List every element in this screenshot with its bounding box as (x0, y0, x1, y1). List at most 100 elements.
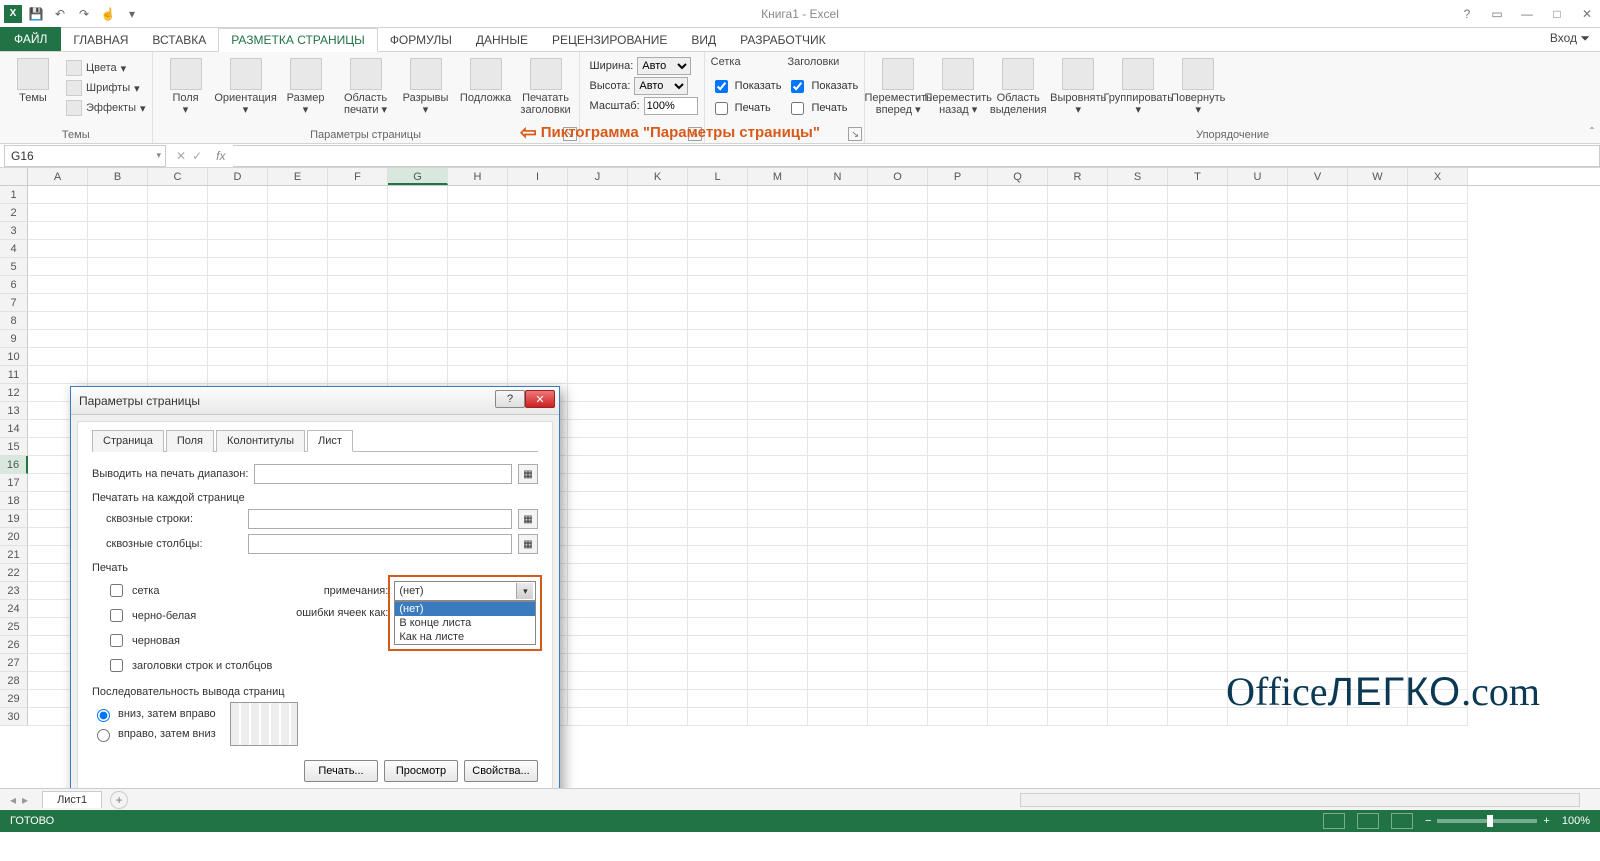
cell[interactable] (808, 690, 868, 708)
cell[interactable] (748, 222, 808, 240)
cell[interactable] (1108, 690, 1168, 708)
column-header[interactable]: F (328, 168, 388, 185)
cell[interactable] (28, 366, 88, 384)
row-header[interactable]: 19 (0, 510, 28, 528)
cell[interactable] (1288, 402, 1348, 420)
row-header[interactable]: 6 (0, 276, 28, 294)
cell[interactable] (988, 186, 1048, 204)
cell[interactable] (208, 276, 268, 294)
cell[interactable] (988, 564, 1048, 582)
cell[interactable] (388, 366, 448, 384)
cell[interactable] (148, 186, 208, 204)
cell[interactable] (1348, 672, 1408, 690)
close-icon[interactable]: ✕ (1578, 7, 1596, 21)
gridlines-checkbox[interactable] (110, 584, 123, 597)
cell[interactable] (268, 258, 328, 276)
cell[interactable] (1228, 402, 1288, 420)
cell[interactable] (1048, 258, 1108, 276)
cell[interactable] (1108, 618, 1168, 636)
cell[interactable] (388, 330, 448, 348)
cell[interactable] (88, 186, 148, 204)
cell[interactable] (1108, 384, 1168, 402)
cell[interactable] (628, 240, 688, 258)
cell[interactable] (88, 258, 148, 276)
horizontal-scrollbar[interactable] (1020, 793, 1580, 807)
cell[interactable] (1168, 294, 1228, 312)
cell[interactable] (748, 564, 808, 582)
cell[interactable] (1228, 690, 1288, 708)
cell[interactable] (1408, 672, 1468, 690)
cell[interactable] (148, 204, 208, 222)
row-header[interactable]: 7 (0, 294, 28, 312)
cell[interactable] (1408, 636, 1468, 654)
cell[interactable] (1168, 240, 1228, 258)
select-all-corner[interactable] (0, 168, 28, 185)
cell[interactable] (808, 474, 868, 492)
cell[interactable] (748, 546, 808, 564)
cell[interactable] (268, 312, 328, 330)
row-header[interactable]: 2 (0, 204, 28, 222)
cell[interactable] (1288, 258, 1348, 276)
cell[interactable] (808, 654, 868, 672)
print-range-input[interactable] (254, 464, 512, 484)
cell[interactable] (28, 258, 88, 276)
cell[interactable] (508, 312, 568, 330)
blackwhite-checkbox[interactable] (110, 609, 123, 622)
cell[interactable] (88, 240, 148, 258)
cell[interactable] (1048, 456, 1108, 474)
cell[interactable] (808, 582, 868, 600)
cell[interactable] (868, 528, 928, 546)
cell[interactable] (1228, 528, 1288, 546)
headings-checkbox[interactable] (110, 659, 123, 672)
cell[interactable] (628, 654, 688, 672)
cell[interactable] (928, 492, 988, 510)
cell[interactable] (688, 456, 748, 474)
cell[interactable] (208, 222, 268, 240)
tab-view[interactable]: ВИД (679, 29, 728, 51)
cell[interactable] (748, 618, 808, 636)
cell[interactable] (928, 330, 988, 348)
dialog-print-button[interactable]: Печать... (304, 760, 378, 782)
column-header[interactable]: C (148, 168, 208, 185)
touch-mode-icon[interactable]: ☝ (98, 4, 118, 24)
column-header[interactable]: Q (988, 168, 1048, 185)
cell[interactable] (808, 672, 868, 690)
cell[interactable] (328, 348, 388, 366)
cell[interactable] (1228, 222, 1288, 240)
cell[interactable] (628, 708, 688, 726)
cell[interactable] (688, 600, 748, 618)
cell[interactable] (448, 312, 508, 330)
row-header[interactable]: 14 (0, 420, 28, 438)
cols-repeat-ref-button[interactable]: ▦ (518, 534, 538, 554)
cell[interactable] (1288, 690, 1348, 708)
cell[interactable] (928, 600, 988, 618)
cell[interactable] (1108, 420, 1168, 438)
cell[interactable] (208, 240, 268, 258)
cell[interactable] (988, 402, 1048, 420)
cell[interactable] (868, 366, 928, 384)
row-header[interactable]: 29 (0, 690, 28, 708)
print-area-button[interactable]: Область печати ▾ (339, 54, 393, 116)
cell[interactable] (508, 222, 568, 240)
cell[interactable] (1048, 510, 1108, 528)
cell[interactable] (88, 222, 148, 240)
cell[interactable] (1408, 240, 1468, 258)
cell[interactable] (808, 510, 868, 528)
column-header[interactable]: U (1228, 168, 1288, 185)
cell[interactable] (1288, 366, 1348, 384)
cell[interactable] (1048, 276, 1108, 294)
cell[interactable] (1108, 276, 1168, 294)
cell[interactable] (1348, 348, 1408, 366)
cell[interactable] (808, 528, 868, 546)
cell[interactable] (1228, 636, 1288, 654)
cell[interactable] (1228, 276, 1288, 294)
cell[interactable] (268, 366, 328, 384)
cell[interactable] (28, 330, 88, 348)
cell[interactable] (628, 690, 688, 708)
cell[interactable] (628, 222, 688, 240)
cell[interactable] (1348, 690, 1408, 708)
row-header[interactable]: 15 (0, 438, 28, 456)
cell[interactable] (628, 402, 688, 420)
cell[interactable] (628, 492, 688, 510)
cell[interactable] (1168, 690, 1228, 708)
